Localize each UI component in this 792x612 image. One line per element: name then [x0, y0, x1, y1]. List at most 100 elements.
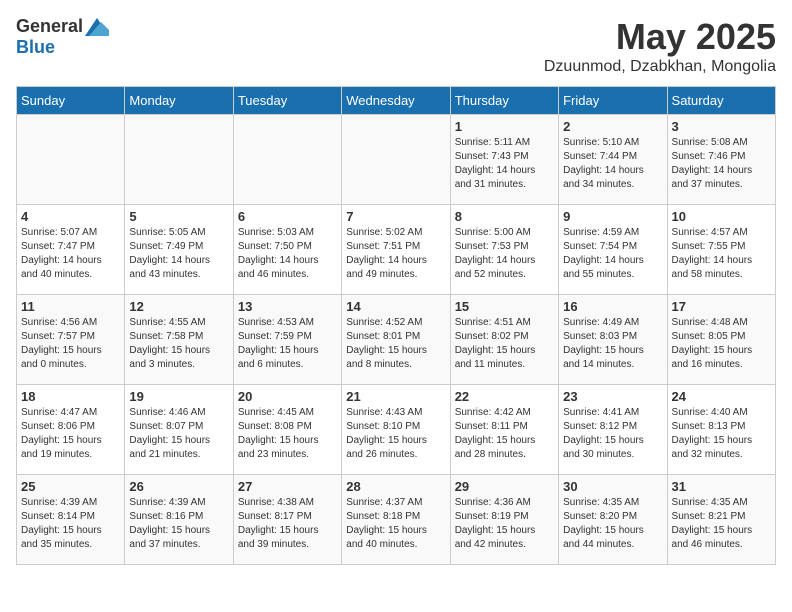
day-info: Sunrise: 4:41 AM Sunset: 8:12 PM Dayligh… — [563, 406, 662, 462]
calendar-cell: 1 Sunrise: 5:11 AM Sunset: 7:43 PM Daylig… — [450, 115, 558, 205]
day-number: 30 — [563, 479, 662, 494]
logo-blue-text: Blue — [16, 37, 55, 58]
calendar-cell: 30 Sunrise: 4:35 AM Sunset: 8:20 PM Dayli… — [559, 475, 667, 565]
day-number: 26 — [129, 479, 228, 494]
day-info: Sunrise: 4:43 AM Sunset: 8:10 PM Dayligh… — [346, 406, 445, 462]
week-row: 11Sunrise: 4:56 AM Sunset: 7:57 PM Dayli… — [17, 295, 776, 385]
calendar-cell: 27 Sunrise: 4:38 AM Sunset: 8:17 PM Dayli… — [233, 475, 341, 565]
day-number: 14 — [346, 299, 445, 314]
day-number: 28 — [346, 479, 445, 494]
calendar-cell: 6Sunrise: 5:03 AM Sunset: 7:50 PM Daylig… — [233, 205, 341, 295]
week-row: 1 Sunrise: 5:11 AM Sunset: 7:43 PM Daylig… — [17, 115, 776, 205]
day-info: Sunrise: 5:00 AM Sunset: 7:53 PM Dayligh… — [455, 226, 554, 282]
day-number: 29 — [455, 479, 554, 494]
calendar-cell: 11Sunrise: 4:56 AM Sunset: 7:57 PM Dayli… — [17, 295, 125, 385]
day-info: Sunrise: 4:40 AM Sunset: 8:13 PM Dayligh… — [672, 406, 771, 462]
calendar-cell — [125, 115, 233, 205]
logo-general-text: General — [16, 16, 83, 37]
day-header-tuesday: Tuesday — [233, 87, 341, 115]
day-number: 18 — [21, 389, 120, 404]
day-number: 12 — [129, 299, 228, 314]
day-info: Sunrise: 4:51 AM Sunset: 8:02 PM Dayligh… — [455, 316, 554, 372]
calendar-cell: 19Sunrise: 4:46 AM Sunset: 8:07 PM Dayli… — [125, 385, 233, 475]
day-number: 23 — [563, 389, 662, 404]
calendar-cell: 18 Sunrise: 4:47 AM Sunset: 8:06 PM Dayli… — [17, 385, 125, 475]
calendar-cell: 24 Sunrise: 4:40 AM Sunset: 8:13 PM Dayli… — [667, 385, 775, 475]
day-number: 24 — [672, 389, 771, 404]
calendar-cell: 17Sunrise: 4:48 AM Sunset: 8:05 PM Dayli… — [667, 295, 775, 385]
day-info: Sunrise: 4:37 AM Sunset: 8:18 PM Dayligh… — [346, 496, 445, 552]
day-info: Sunrise: 5:05 AM Sunset: 7:49 PM Dayligh… — [129, 226, 228, 282]
month-title: May 2025 — [544, 16, 776, 58]
day-number: 25 — [21, 479, 120, 494]
calendar-cell: 20 Sunrise: 4:45 AM Sunset: 8:08 PM Dayli… — [233, 385, 341, 475]
calendar-cell — [17, 115, 125, 205]
day-info: Sunrise: 5:11 AM Sunset: 7:43 PM Dayligh… — [455, 136, 554, 192]
day-info: Sunrise: 4:35 AM Sunset: 8:20 PM Dayligh… — [563, 496, 662, 552]
day-info: Sunrise: 5:02 AM Sunset: 7:51 PM Dayligh… — [346, 226, 445, 282]
day-number: 9 — [563, 209, 662, 224]
day-number: 19 — [129, 389, 228, 404]
logo: General Blue — [16, 16, 109, 58]
day-header-thursday: Thursday — [450, 87, 558, 115]
week-row: 18 Sunrise: 4:47 AM Sunset: 8:06 PM Dayli… — [17, 385, 776, 475]
calendar-cell — [233, 115, 341, 205]
day-info: Sunrise: 4:49 AM Sunset: 8:03 PM Dayligh… — [563, 316, 662, 372]
day-header-sunday: Sunday — [17, 87, 125, 115]
calendar-cell: 31Sunrise: 4:35 AM Sunset: 8:21 PM Dayli… — [667, 475, 775, 565]
day-header-wednesday: Wednesday — [342, 87, 450, 115]
calendar-cell: 2 Sunrise: 5:10 AM Sunset: 7:44 PM Daylig… — [559, 115, 667, 205]
header-row: SundayMondayTuesdayWednesdayThursdayFrid… — [17, 87, 776, 115]
day-info: Sunrise: 5:10 AM Sunset: 7:44 PM Dayligh… — [563, 136, 662, 192]
week-row: 25 Sunrise: 4:39 AM Sunset: 8:14 PM Dayli… — [17, 475, 776, 565]
day-info: Sunrise: 4:38 AM Sunset: 8:17 PM Dayligh… — [238, 496, 337, 552]
day-number: 3 — [672, 119, 771, 134]
day-info: Sunrise: 4:52 AM Sunset: 8:01 PM Dayligh… — [346, 316, 445, 372]
calendar-cell: 5Sunrise: 5:05 AM Sunset: 7:49 PM Daylig… — [125, 205, 233, 295]
title-section: May 2025 Dzuunmod, Dzabkhan, Mongolia — [544, 16, 776, 76]
calendar-cell: 4Sunrise: 5:07 AM Sunset: 7:47 PM Daylig… — [17, 205, 125, 295]
location: Dzuunmod, Dzabkhan, Mongolia — [544, 58, 776, 76]
day-number: 10 — [672, 209, 771, 224]
calendar-cell: 9Sunrise: 4:59 AM Sunset: 7:54 PM Daylig… — [559, 205, 667, 295]
logo-icon — [85, 18, 109, 36]
calendar-cell: 16 Sunrise: 4:49 AM Sunset: 8:03 PM Dayli… — [559, 295, 667, 385]
day-header-monday: Monday — [125, 87, 233, 115]
calendar-cell: 7 Sunrise: 5:02 AM Sunset: 7:51 PM Daylig… — [342, 205, 450, 295]
day-info: Sunrise: 4:36 AM Sunset: 8:19 PM Dayligh… — [455, 496, 554, 552]
day-info: Sunrise: 4:42 AM Sunset: 8:11 PM Dayligh… — [455, 406, 554, 462]
day-info: Sunrise: 4:39 AM Sunset: 8:14 PM Dayligh… — [21, 496, 120, 552]
day-info: Sunrise: 5:03 AM Sunset: 7:50 PM Dayligh… — [238, 226, 337, 282]
day-number: 1 — [455, 119, 554, 134]
day-number: 21 — [346, 389, 445, 404]
day-number: 27 — [238, 479, 337, 494]
week-row: 4Sunrise: 5:07 AM Sunset: 7:47 PM Daylig… — [17, 205, 776, 295]
calendar-cell: 3Sunrise: 5:08 AM Sunset: 7:46 PM Daylig… — [667, 115, 775, 205]
day-info: Sunrise: 4:55 AM Sunset: 7:58 PM Dayligh… — [129, 316, 228, 372]
day-info: Sunrise: 4:45 AM Sunset: 8:08 PM Dayligh… — [238, 406, 337, 462]
calendar-cell: 23 Sunrise: 4:41 AM Sunset: 8:12 PM Dayli… — [559, 385, 667, 475]
calendar-cell: 15 Sunrise: 4:51 AM Sunset: 8:02 PM Dayli… — [450, 295, 558, 385]
day-number: 20 — [238, 389, 337, 404]
calendar-cell — [342, 115, 450, 205]
day-number: 7 — [346, 209, 445, 224]
calendar-cell: 14 Sunrise: 4:52 AM Sunset: 8:01 PM Dayli… — [342, 295, 450, 385]
day-info: Sunrise: 4:35 AM Sunset: 8:21 PM Dayligh… — [672, 496, 771, 552]
day-info: Sunrise: 4:47 AM Sunset: 8:06 PM Dayligh… — [21, 406, 120, 462]
day-header-saturday: Saturday — [667, 87, 775, 115]
calendar-table: SundayMondayTuesdayWednesdayThursdayFrid… — [16, 86, 776, 565]
day-number: 8 — [455, 209, 554, 224]
calendar-cell: 25 Sunrise: 4:39 AM Sunset: 8:14 PM Dayli… — [17, 475, 125, 565]
calendar-cell: 28 Sunrise: 4:37 AM Sunset: 8:18 PM Dayli… — [342, 475, 450, 565]
calendar-cell: 26Sunrise: 4:39 AM Sunset: 8:16 PM Dayli… — [125, 475, 233, 565]
day-header-friday: Friday — [559, 87, 667, 115]
calendar-cell: 21 Sunrise: 4:43 AM Sunset: 8:10 PM Dayli… — [342, 385, 450, 475]
day-number: 2 — [563, 119, 662, 134]
day-number: 15 — [455, 299, 554, 314]
calendar-cell: 10 Sunrise: 4:57 AM Sunset: 7:55 PM Dayli… — [667, 205, 775, 295]
day-info: Sunrise: 4:57 AM Sunset: 7:55 PM Dayligh… — [672, 226, 771, 282]
calendar-cell: 13Sunrise: 4:53 AM Sunset: 7:59 PM Dayli… — [233, 295, 341, 385]
day-info: Sunrise: 5:07 AM Sunset: 7:47 PM Dayligh… — [21, 226, 120, 282]
day-number: 11 — [21, 299, 120, 314]
day-number: 16 — [563, 299, 662, 314]
